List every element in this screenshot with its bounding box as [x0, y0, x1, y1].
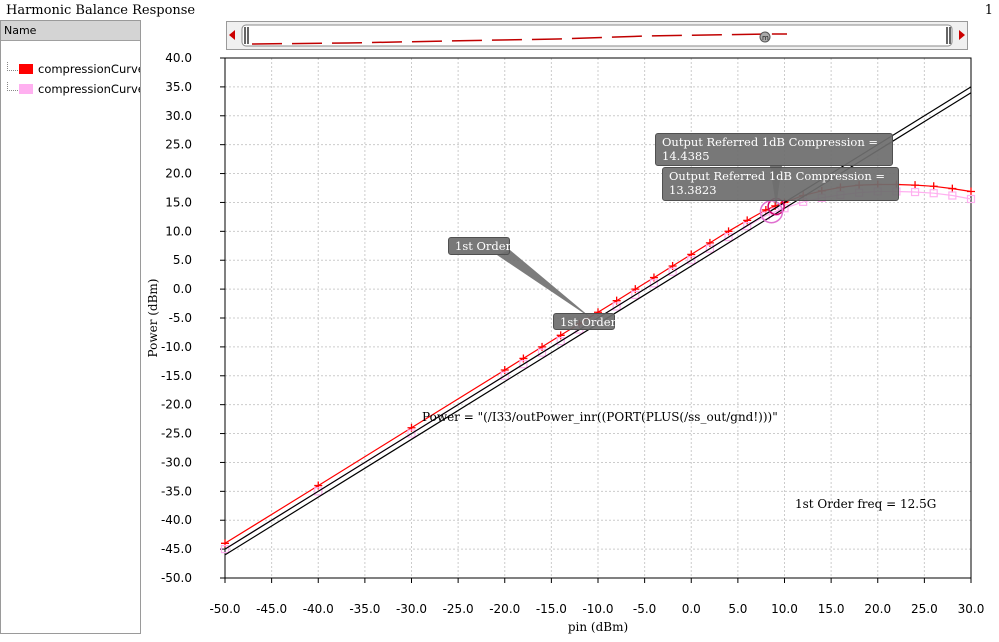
x-tick-label: -30.0: [396, 602, 427, 616]
y-tick-label: 5.0: [173, 253, 192, 267]
frequency-label: 1st Order freq = 12.5G: [795, 497, 936, 511]
y-tick-label: 0.0: [173, 282, 192, 296]
data-point-plus: [911, 181, 920, 190]
y-tick-label: -25.0: [161, 427, 192, 441]
x-tick-label: -40.0: [303, 602, 334, 616]
x-tick-label: 0.0: [682, 602, 701, 616]
compression-annotation-1[interactable]: Output Referred 1dB Compression = 14.438…: [655, 133, 893, 166]
y-tick-label: 30.0: [165, 109, 192, 123]
y-tick-label: -5.0: [169, 311, 192, 325]
y-tick-label: 40.0: [165, 51, 192, 65]
y-tick-label: -15.0: [161, 369, 192, 383]
x-tick-label: 30.0: [958, 602, 985, 616]
expression-label: Power = "(/I33/outPower_inr((PORT(PLUS(/…: [422, 410, 778, 424]
x-axis-label: pin (dBm): [568, 620, 628, 634]
x-tick-label: -25.0: [443, 602, 474, 616]
y-tick-label: 15.0: [165, 195, 192, 209]
y-tick-label: 10.0: [165, 224, 192, 238]
x-tick-label: 5.0: [728, 602, 747, 616]
y-tick-label: -45.0: [161, 542, 192, 556]
data-point-plus: [967, 187, 975, 196]
y-tick-label: -30.0: [161, 455, 192, 469]
x-tick-label: -35.0: [349, 602, 380, 616]
compression-annotation-2[interactable]: Output Referred 1dB Compression = 13.382…: [662, 167, 899, 201]
x-tick-label: -15.0: [536, 602, 567, 616]
y-tick-label: 20.0: [165, 167, 192, 181]
x-tick-label: -45.0: [256, 602, 287, 616]
y-tick-label: -35.0: [161, 484, 192, 498]
x-tick-label: 20.0: [864, 602, 891, 616]
x-tick-label: -20.0: [489, 602, 520, 616]
x-tick-label: 25.0: [911, 602, 938, 616]
y-tick-label: -10.0: [161, 340, 192, 354]
first-order-annotation-bottom[interactable]: 1st Order: [553, 313, 616, 330]
y-tick-label: 35.0: [165, 80, 192, 94]
chart: -50.0 -45.0 -40.0 -35.0 -30.0 -25.0 -20.0 -15.0…: [146, 51, 985, 634]
y-tick-label: -50.0: [161, 571, 192, 585]
data-point-plus: [948, 184, 957, 193]
x-tick-label: -5.0: [633, 602, 656, 616]
x-tick-label: 15.0: [818, 602, 845, 616]
x-tick-label: -50.0: [209, 602, 240, 616]
y-tick-label: -40.0: [161, 513, 192, 527]
x-tick-label: -10.0: [582, 602, 613, 616]
first-order-annotation-top[interactable]: 1st Order: [448, 237, 511, 255]
x-tick-label: 10.0: [771, 602, 798, 616]
y-axis-label: Power (dBm): [146, 279, 160, 358]
y-tick-label: -20.0: [161, 398, 192, 412]
y-tick-label: 25.0: [165, 138, 192, 152]
data-point-plus: [929, 182, 938, 191]
